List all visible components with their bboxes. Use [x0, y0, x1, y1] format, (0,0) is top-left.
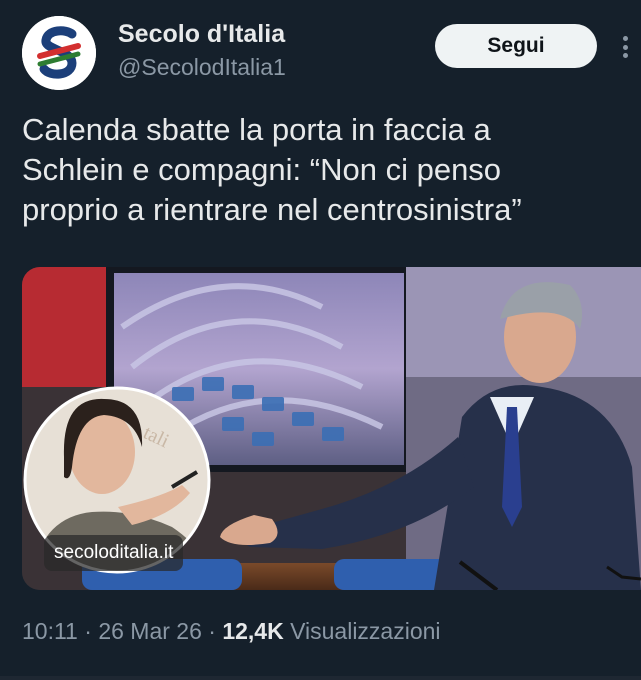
more-dot: [622, 53, 628, 58]
tweet-text-line: proprio a rientrare nel centrosinistra”: [22, 192, 522, 227]
views-count[interactable]: 12,4K: [222, 618, 283, 644]
tweet-text-line: Calenda sbatte la porta in faccia a: [22, 112, 491, 147]
tweet-text-line: Schlein e compagni: “Non ci penso: [22, 152, 502, 187]
display-name[interactable]: Secolo d'Italia: [118, 20, 285, 49]
tweet-text: Calenda sbatte la porta in faccia a Schl…: [22, 110, 622, 230]
divider: [0, 676, 641, 680]
tweet-meta: 10:11 · 26 Mar 26 · 12,4K Visualizzazion…: [22, 618, 622, 645]
more-dot: [622, 36, 628, 41]
tweet-time[interactable]: 10:11: [22, 618, 78, 644]
media-watermark: secoloditalia.it: [44, 535, 184, 571]
avatar[interactable]: [22, 16, 96, 90]
secolo-logo-icon: [22, 16, 96, 90]
meta-separator: ·: [201, 618, 223, 644]
tweet-date[interactable]: 26 Mar 26: [98, 618, 202, 644]
account-handle[interactable]: @SecolodItalia1: [118, 54, 286, 81]
follow-button[interactable]: Segui: [435, 24, 597, 68]
views-label[interactable]: Visualizzazioni: [290, 618, 440, 644]
more-vertical-icon[interactable]: [612, 30, 638, 64]
more-dot: [622, 44, 628, 50]
tweet-media-image[interactable]: tali secoloditalia.it: [22, 267, 641, 590]
tweet-header: Secolo d'Italia @SecolodItalia1 Segui: [0, 0, 641, 100]
meta-separator: ·: [77, 618, 99, 644]
